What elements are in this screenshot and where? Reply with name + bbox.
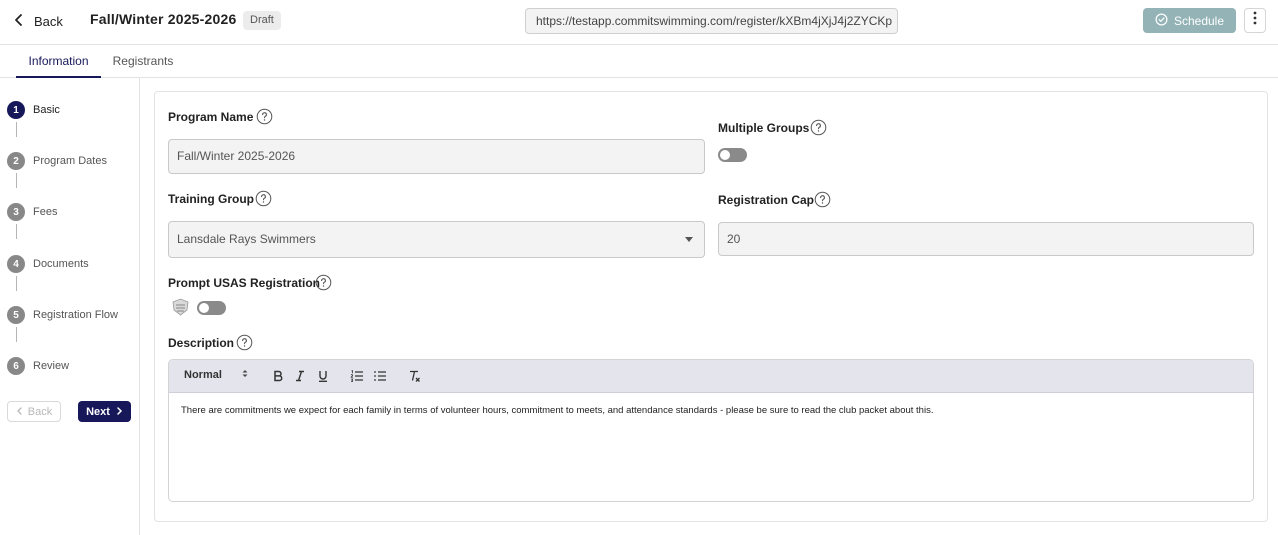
- schedule-button[interactable]: Schedule: [1143, 8, 1236, 33]
- step-connector: [16, 276, 17, 291]
- editor-toolbar: Normal: [169, 360, 1253, 393]
- description-editor: Normal There are commitments we expect f…: [168, 359, 1254, 502]
- training-group-value: Lansdale Rays Swimmers: [177, 232, 316, 246]
- tab-information[interactable]: Information: [16, 45, 101, 78]
- help-circle-icon[interactable]: [236, 334, 253, 351]
- step-label: Documents: [33, 258, 89, 270]
- step-number: 1: [7, 101, 25, 119]
- help-circle-icon[interactable]: [256, 108, 273, 125]
- step-number: 5: [7, 306, 25, 324]
- status-badge: Draft: [243, 11, 281, 30]
- schedule-button-label: Schedule: [1173, 13, 1225, 28]
- bullet-list-icon[interactable]: [372, 368, 388, 384]
- check-circle-icon: [1155, 13, 1168, 29]
- step-label: Program Dates: [33, 155, 107, 167]
- tab-bar: Information Registrants: [0, 45, 1278, 78]
- clear-format-icon[interactable]: [406, 368, 422, 384]
- step-connector: [16, 327, 17, 342]
- program-name-label: Program Name: [168, 110, 254, 124]
- step-connector: [16, 122, 17, 137]
- step-label: Fees: [33, 206, 58, 218]
- step-documents[interactable]: 4 Documents: [7, 255, 89, 273]
- step-label: Registration Flow: [33, 309, 118, 321]
- page-title: Fall/Winter 2025-2026: [90, 11, 237, 27]
- registration-url-field[interactable]: https://testapp.commitswimming.com/regis…: [525, 8, 898, 34]
- underline-icon[interactable]: [315, 368, 331, 384]
- step-number: 6: [7, 357, 25, 375]
- help-circle-icon[interactable]: [255, 190, 272, 207]
- description-text-area[interactable]: There are commitments we expect for each…: [181, 405, 1241, 417]
- usas-logo-icon: [172, 298, 189, 316]
- step-registration-flow[interactable]: 5 Registration Flow: [7, 306, 118, 324]
- dropdown-caret-icon: [685, 237, 693, 242]
- step-next-button[interactable]: Next: [78, 401, 131, 422]
- step-basic[interactable]: 1 Basic: [7, 101, 60, 119]
- step-number: 4: [7, 255, 25, 273]
- step-program-dates[interactable]: 2 Program Dates: [7, 152, 107, 170]
- prompt-usas-label: Prompt USAS Registration: [168, 276, 321, 290]
- chevron-left-icon: [16, 406, 23, 418]
- more-vertical-icon: [1253, 11, 1257, 30]
- help-circle-icon[interactable]: [814, 191, 831, 208]
- step-connector: [16, 173, 17, 188]
- step-review[interactable]: 6 Review: [7, 357, 69, 375]
- description-label: Description: [168, 336, 235, 350]
- training-group-select[interactable]: Lansdale Rays Swimmers: [168, 221, 705, 258]
- step-number: 3: [7, 203, 25, 221]
- back-link[interactable]: Back: [12, 11, 63, 31]
- back-link-label: Back: [34, 13, 63, 29]
- bold-icon[interactable]: [270, 368, 286, 384]
- italic-icon[interactable]: [292, 368, 308, 384]
- step-number: 2: [7, 152, 25, 170]
- step-back-button[interactable]: Back: [7, 401, 61, 422]
- registration-cap-input[interactable]: 20: [718, 222, 1254, 256]
- chevron-right-icon: [116, 406, 123, 418]
- text-format-select[interactable]: Normal: [184, 369, 248, 381]
- training-group-label: Training Group: [168, 192, 254, 206]
- text-format-value: Normal: [184, 369, 222, 381]
- step-label: Review: [33, 360, 70, 372]
- multiple-groups-toggle[interactable]: [718, 148, 747, 162]
- step-label: Basic: [33, 104, 60, 116]
- program-name-input[interactable]: Fall/Winter 2025-2026: [168, 139, 705, 174]
- step-sidebar: 1 Basic 2 Program Dates 3 Fees 4 Documen…: [0, 78, 140, 535]
- multiple-groups-label: Multiple Groups: [718, 121, 810, 135]
- step-fees[interactable]: 3 Fees: [7, 203, 57, 221]
- step-back-label: Back: [27, 405, 53, 418]
- step-next-label: Next: [86, 405, 110, 418]
- tab-registrants[interactable]: Registrants: [106, 45, 180, 77]
- help-circle-icon[interactable]: [810, 119, 827, 136]
- help-circle-icon[interactable]: [315, 274, 332, 291]
- more-options-button[interactable]: [1244, 8, 1266, 33]
- ordered-list-icon[interactable]: [349, 368, 365, 384]
- step-connector: [16, 224, 17, 239]
- registration-cap-label: Registration Cap: [718, 193, 815, 207]
- prompt-usas-toggle[interactable]: [197, 301, 226, 315]
- top-bar: Back Fall/Winter 2025-2026 Draft https:/…: [0, 0, 1278, 45]
- chevron-left-icon: [12, 13, 26, 30]
- sort-caret-icon: [242, 369, 248, 381]
